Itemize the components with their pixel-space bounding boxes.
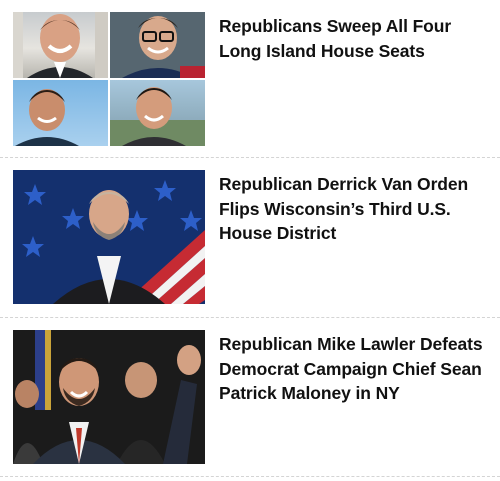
news-feed: Republicans Sweep All Four Long Island H… [0,0,500,481]
article-thumbnail[interactable] [13,330,205,464]
portrait-tile [13,12,108,78]
article-headline[interactable]: Republicans Sweep All Four Long Island H… [219,14,487,63]
portrait-tile [13,80,108,146]
article-headline[interactable]: Republican Mike Lawler Defeats Democrat … [219,332,487,406]
article-card[interactable]: Republicans Sweep All Four Long Island H… [0,12,500,147]
divider [0,157,500,158]
article-headline[interactable]: Republican Derrick Van Orden Flips Wisco… [219,172,487,246]
portrait-tile [110,12,205,78]
article-thumbnail[interactable] [13,12,205,146]
portrait-tile [110,80,205,146]
article-card[interactable]: Republican Derrick Van Orden Flips Wisco… [0,170,500,305]
divider [0,317,500,318]
article-thumbnail[interactable] [13,170,205,304]
article-card[interactable]: Republican Mike Lawler Defeats Democrat … [0,330,500,465]
divider [0,476,500,477]
